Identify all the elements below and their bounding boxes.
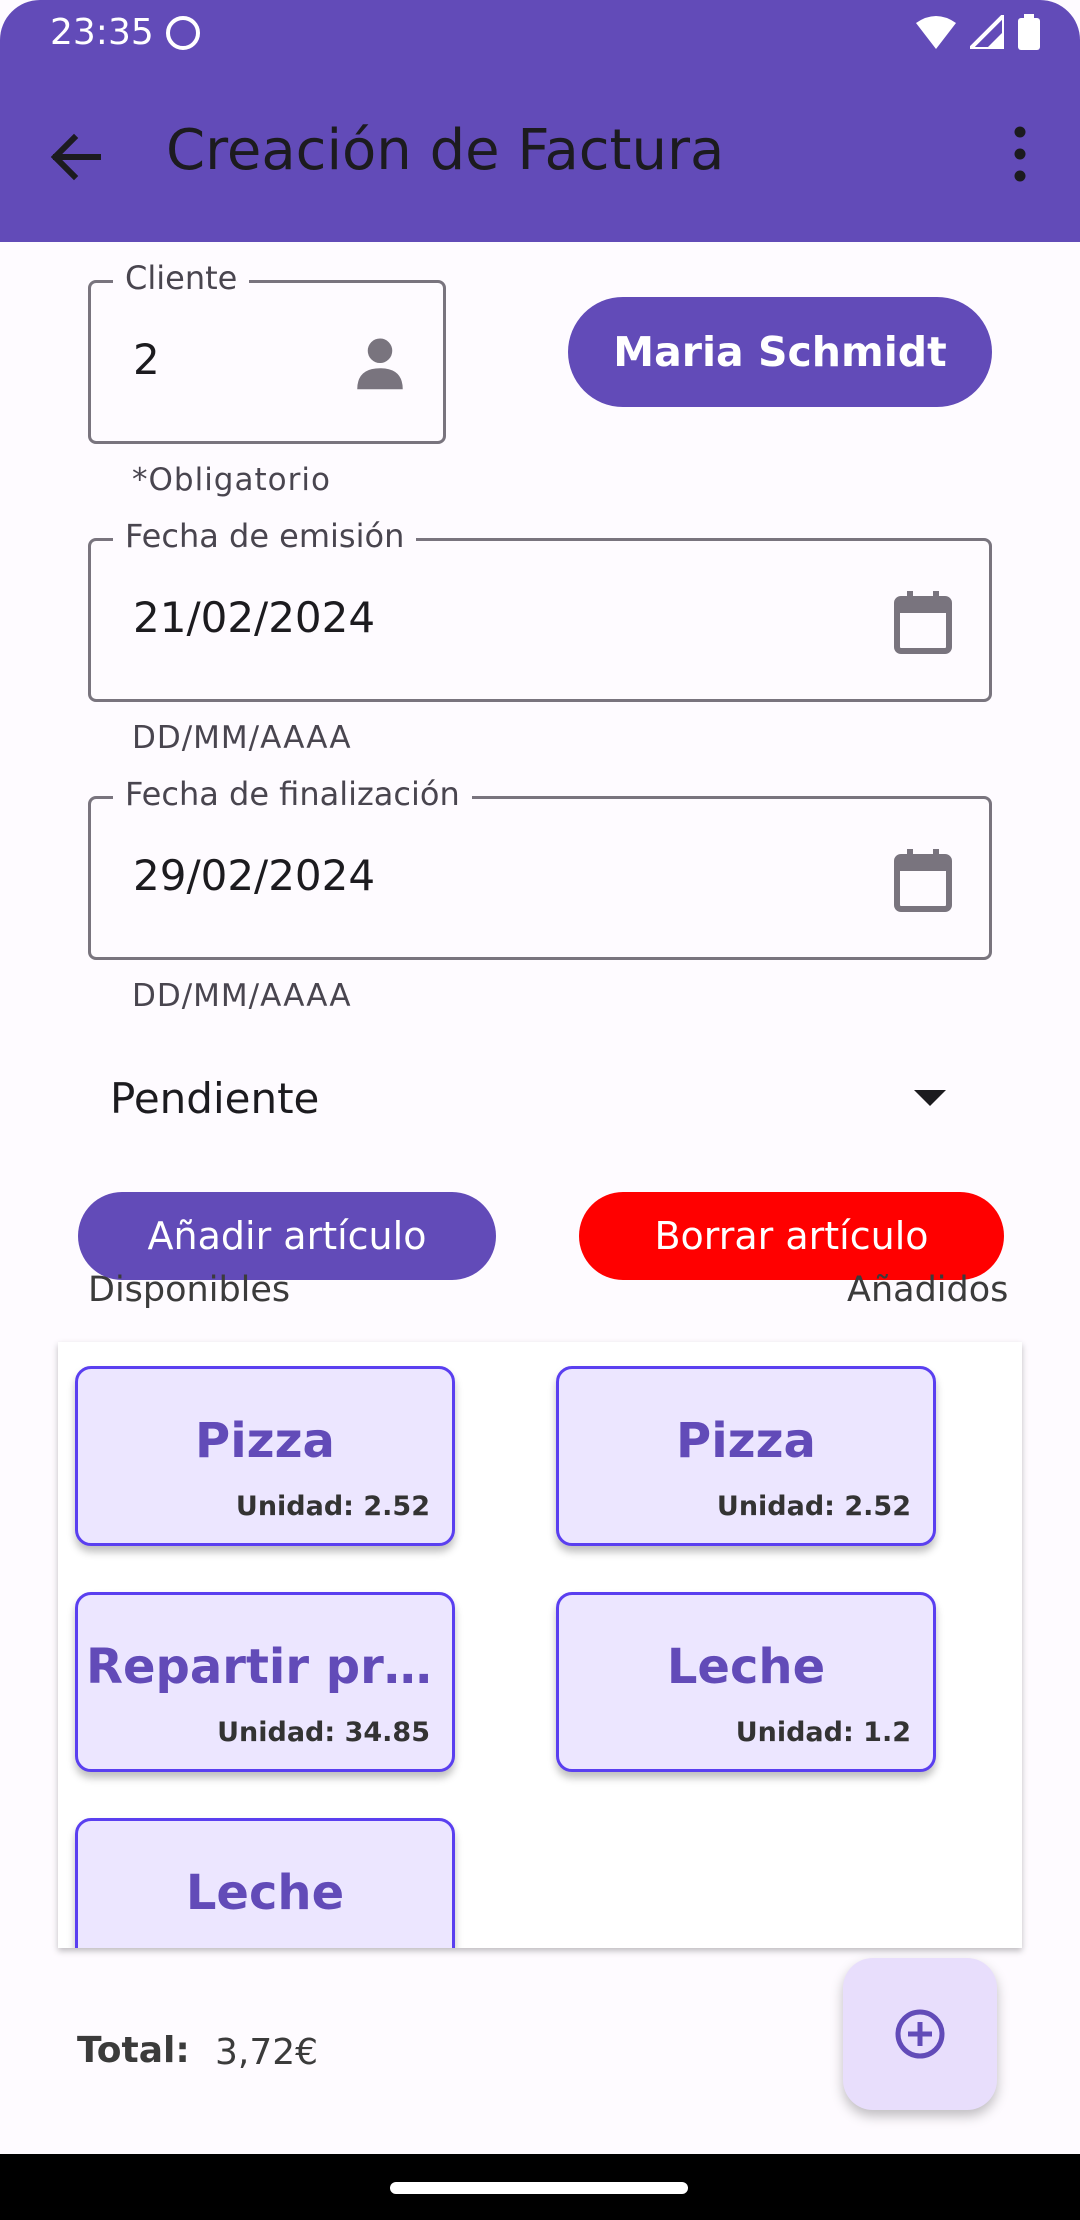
available-item-card[interactable]: Repartir produ… Unidad: 34.85 xyxy=(75,1592,455,1772)
status-time: 23:35 xyxy=(50,12,154,53)
client-value[interactable]: 2 xyxy=(133,335,160,384)
issue-date-value[interactable]: 21/02/2024 xyxy=(133,593,375,642)
page-title: Creación de Factura xyxy=(166,118,725,183)
item-name: Leche xyxy=(185,1865,345,1921)
app-bar: Creación de Factura xyxy=(0,64,1080,242)
added-column-label: Añadidos xyxy=(847,1270,1009,1310)
issue-date-helper-text: DD/MM/AAAA xyxy=(132,720,352,756)
issue-date-label: Fecha de emisión xyxy=(113,517,417,555)
added-item-card[interactable]: Leche Unidad: 1.2 xyxy=(556,1592,936,1772)
calendar-icon[interactable] xyxy=(893,591,953,655)
client-name-button[interactable]: Maria Schmidt xyxy=(568,297,992,407)
status-bar: 23:35 xyxy=(0,0,1080,64)
client-field[interactable]: Cliente 2 xyxy=(88,259,446,444)
issue-date-field[interactable]: Fecha de emisión 21/02/2024 xyxy=(88,517,992,702)
home-handle[interactable] xyxy=(390,2182,688,2194)
total-value: 3,72€ xyxy=(215,2032,319,2073)
signal-icon xyxy=(970,15,1004,49)
item-unit-price: Unidad: 34.85 xyxy=(217,1717,430,1748)
dropdown-arrow-icon xyxy=(914,1090,946,1106)
add-fab-button[interactable] xyxy=(843,1958,997,2110)
end-date-helper-text: DD/MM/AAAA xyxy=(132,978,352,1014)
add-circle-icon xyxy=(895,2009,945,2059)
add-item-button[interactable]: Añadir artículo xyxy=(78,1192,496,1280)
calendar-icon[interactable] xyxy=(893,849,953,913)
end-date-label: Fecha de finalización xyxy=(113,775,472,813)
item-name: Leche xyxy=(666,1639,826,1695)
navigation-bar xyxy=(0,2154,1080,2220)
item-unit-price: Unidad: 1.2 xyxy=(735,1717,911,1748)
items-grid[interactable]: Pizza Unidad: 2.52 Pizza Unidad: 2.52 Re… xyxy=(58,1342,1022,1948)
delete-item-button[interactable]: Borrar artículo xyxy=(579,1192,1004,1280)
item-name: Pizza xyxy=(195,1413,335,1469)
person-icon xyxy=(357,338,403,390)
item-unit-price: Unidad: 2.52 xyxy=(716,1491,911,1522)
item-name: Repartir produ… xyxy=(86,1639,452,1695)
item-name: Pizza xyxy=(676,1413,816,1469)
more-vert-icon[interactable] xyxy=(1000,124,1040,184)
status-selected-value: Pendiente xyxy=(110,1074,320,1123)
end-date-field[interactable]: Fecha de finalización 29/02/2024 xyxy=(88,775,992,960)
total-label: Total: xyxy=(77,2030,190,2071)
available-column-label: Disponibles xyxy=(88,1270,291,1310)
available-item-card[interactable]: Leche xyxy=(75,1818,455,1948)
system-icons xyxy=(916,14,1040,50)
item-unit-price: Unidad: 2.52 xyxy=(235,1491,430,1522)
wifi-icon xyxy=(916,16,956,49)
available-item-card[interactable]: Pizza Unidad: 2.52 xyxy=(75,1366,455,1546)
added-item-card[interactable]: Pizza Unidad: 2.52 xyxy=(556,1366,936,1546)
client-label: Cliente xyxy=(113,259,250,297)
status-dropdown[interactable]: Pendiente xyxy=(110,1060,960,1140)
back-arrow-icon[interactable] xyxy=(40,122,110,192)
notification-cat-icon xyxy=(166,16,200,50)
client-helper-text: *Obligatorio xyxy=(132,462,331,498)
battery-icon xyxy=(1018,14,1040,50)
end-date-value[interactable]: 29/02/2024 xyxy=(133,851,375,900)
